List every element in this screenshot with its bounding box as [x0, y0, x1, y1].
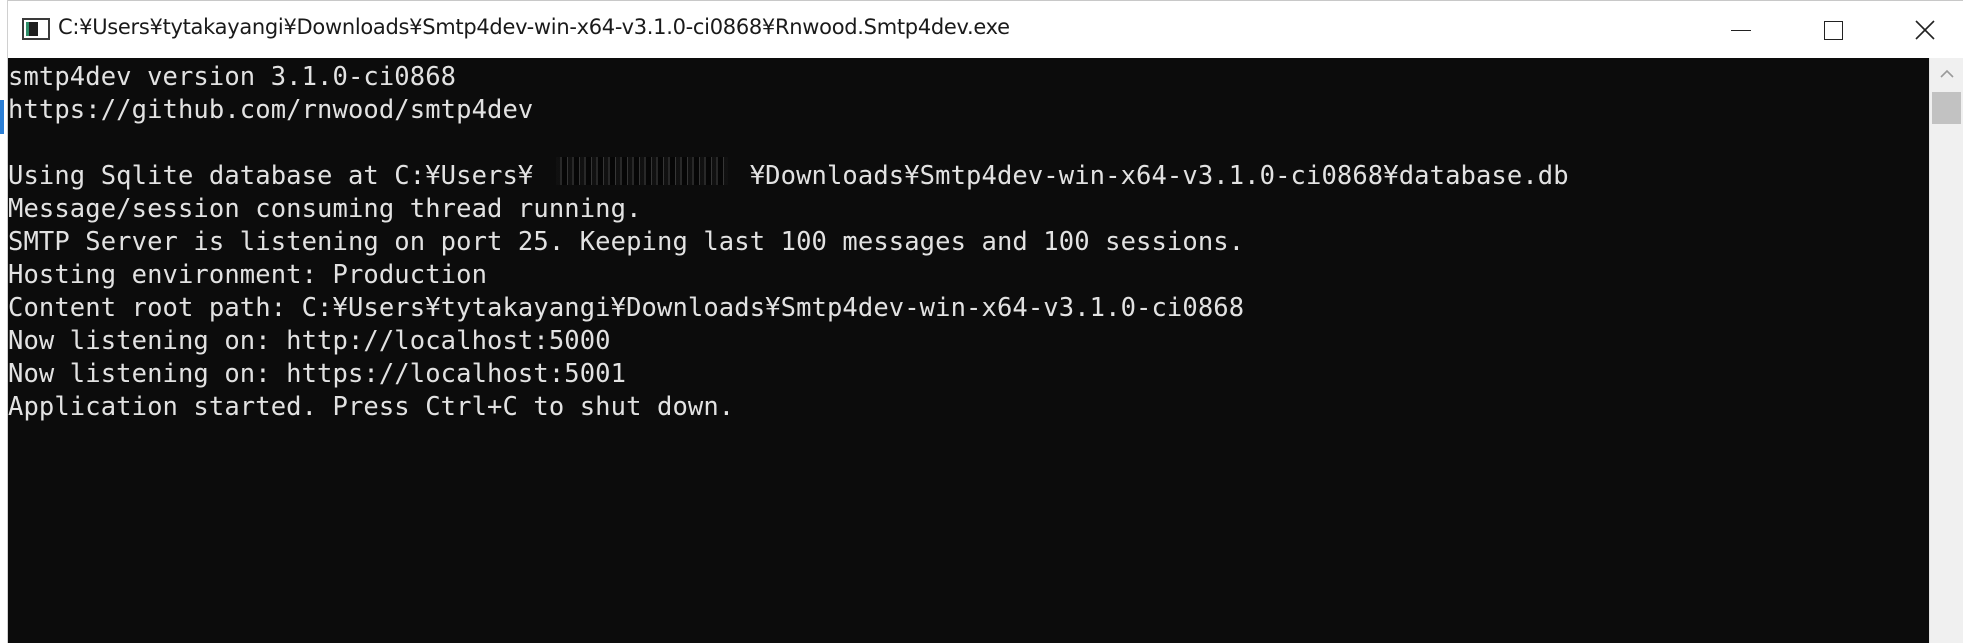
- console-line-listen-http: Now listening on: http://localhost:5000: [8, 326, 611, 356]
- console-lines: smtp4dev version 3.1.0-ci0868 https://gi…: [8, 61, 1569, 424]
- console-window: C:¥Users¥tytakayangi¥Downloads¥Smtp4dev-…: [0, 0, 1963, 643]
- console-app-icon-accent: [26, 22, 29, 36]
- maximize-icon: [1823, 20, 1843, 40]
- console-line-blank: [8, 127, 1569, 160]
- vertical-scrollbar[interactable]: [1929, 58, 1963, 643]
- console-line-thread: Message/session consuming thread running…: [8, 194, 642, 224]
- console-line-version: smtp4dev version 3.1.0-ci0868: [8, 62, 457, 92]
- chevron-up-icon: [1939, 69, 1954, 78]
- close-button[interactable]: [1879, 1, 1963, 59]
- scrollbar-thumb[interactable]: [1932, 92, 1961, 124]
- console-app-icon[interactable]: [22, 18, 50, 40]
- console-line-listen-https: Now listening on: https://localhost:5001: [8, 359, 627, 389]
- window-title: C:¥Users¥tytakayangi¥Downloads¥Smtp4dev-…: [58, 15, 1010, 39]
- close-icon: [1915, 20, 1935, 40]
- left-edge-indicator: [0, 100, 4, 134]
- title-bar[interactable]: C:¥Users¥tytakayangi¥Downloads¥Smtp4dev-…: [8, 0, 1963, 58]
- minimize-icon: [1731, 29, 1751, 31]
- maximize-button[interactable]: [1787, 1, 1879, 59]
- minimize-button[interactable]: [1695, 1, 1787, 59]
- redacted-username: [556, 157, 728, 185]
- console-line-repo-url: https://github.com/rnwood/smtp4dev: [8, 95, 534, 125]
- console-line-content-root: Content root path: C:¥Users¥tytakayangi¥…: [8, 293, 1245, 323]
- console-line-environment: Hosting environment: Production: [8, 260, 488, 290]
- console-output-area[interactable]: smtp4dev version 3.1.0-ci0868 https://gi…: [8, 58, 1929, 643]
- scroll-up-button[interactable]: [1930, 58, 1963, 90]
- left-window-edge: [0, 0, 8, 643]
- console-line-database: Using Sqlite database at C:¥Users¥ ¥Down…: [8, 161, 1569, 191]
- console-line-smtp-server: SMTP Server is listening on port 25. Kee…: [8, 227, 1245, 257]
- console-line-started: Application started. Press Ctrl+C to shu…: [8, 392, 735, 422]
